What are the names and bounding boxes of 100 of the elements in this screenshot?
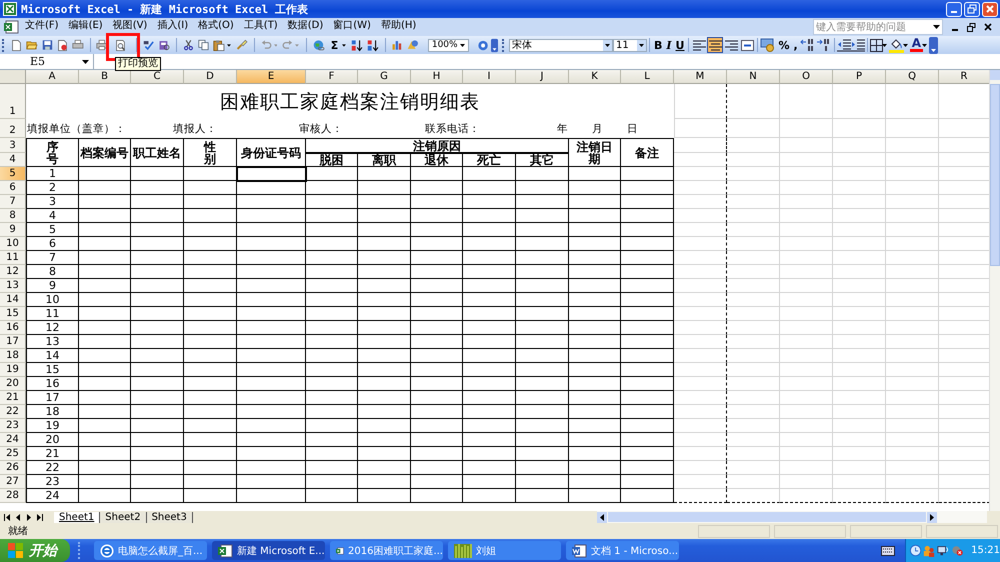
row-header[interactable]: 15 (0, 307, 26, 321)
row-header[interactable]: 7 (0, 195, 26, 209)
column-header[interactable]: J (516, 70, 569, 84)
row-header[interactable]: 16 (0, 321, 26, 335)
clock-icon[interactable] (910, 544, 922, 557)
first-sheet-icon[interactable] (4, 514, 11, 520)
menu-item[interactable]: 窗口(W) (328, 21, 376, 31)
zoom-dropdown[interactable]: 100% (428, 38, 469, 52)
sheet-tab[interactable]: Sheet2 (100, 512, 147, 522)
text-style-button[interactable]: B (652, 38, 664, 52)
row-header[interactable]: 27 (0, 475, 26, 489)
row-header[interactable]: 14 (0, 293, 26, 307)
row-header[interactable]: 21 (0, 391, 26, 405)
row-header[interactable]: 2 (0, 119, 26, 138)
document-permission-icon[interactable] (56, 38, 68, 52)
row-header[interactable]: 5 (0, 167, 26, 181)
sheet-tab[interactable]: Sheet1 (54, 512, 100, 522)
row-header[interactable]: 25 (0, 447, 26, 461)
paintbrush-icon[interactable] (236, 38, 248, 52)
row-header[interactable]: 20 (0, 377, 26, 391)
row-header[interactable]: 18 (0, 349, 26, 363)
caret-icon[interactable] (227, 44, 232, 46)
toolbar-options-icon[interactable] (490, 36, 498, 54)
name-box[interactable]: E5 (0, 54, 94, 69)
merge-center-button[interactable] (739, 37, 756, 53)
column-header[interactable]: E (237, 70, 306, 84)
menu-item[interactable]: 帮助(H) (376, 21, 422, 31)
row-header[interactable]: 23 (0, 419, 26, 433)
spelling-check-icon[interactable] (142, 38, 154, 52)
column-header[interactable]: D (184, 70, 237, 84)
row-header[interactable]: 19 (0, 363, 26, 377)
row-header[interactable]: 6 (0, 181, 26, 195)
column-header[interactable]: P (833, 70, 886, 84)
print-preview-icon[interactable] (115, 38, 127, 52)
row-header[interactable]: 3 (0, 138, 26, 153)
menu-item[interactable]: 工具(T) (238, 21, 283, 31)
sheet-tab[interactable]: Sheet3 (146, 512, 193, 522)
row-header[interactable]: 4 (0, 153, 26, 167)
comma-style-button[interactable]: , (792, 38, 800, 52)
row-header[interactable]: 9 (0, 223, 26, 237)
row-header[interactable]: 24 (0, 433, 26, 447)
selected-cell-frame[interactable] (236, 166, 307, 182)
menu-item[interactable]: 数据(D) (282, 21, 328, 31)
sort-descending-icon[interactable] (366, 38, 379, 52)
taskbar-button[interactable]: 文档 1 - Microso... (566, 541, 679, 560)
caret-icon[interactable] (882, 44, 887, 46)
bar-chart-icon[interactable] (391, 38, 404, 52)
borders-icon[interactable] (870, 38, 883, 52)
close-button[interactable] (982, 2, 998, 16)
restore-button[interactable] (964, 2, 980, 16)
help-icon[interactable] (478, 38, 488, 52)
column-header[interactable]: C (131, 70, 184, 84)
text-style-button[interactable]: U (674, 38, 686, 52)
taskbar-button[interactable]: 2016困难职工家庭... (330, 541, 443, 560)
security-alert-icon[interactable] (952, 544, 964, 557)
font-size-dropdown[interactable]: 11 (613, 38, 647, 52)
menu-item[interactable]: 插入(I) (152, 21, 194, 31)
printer-icon[interactable] (96, 38, 108, 52)
column-header[interactable]: I (463, 70, 516, 84)
row-header[interactable]: 12 (0, 265, 26, 279)
globe-link-icon[interactable] (313, 38, 325, 52)
column-header[interactable]: Q (886, 70, 939, 84)
menu-item[interactable]: 文件(F) (20, 21, 64, 31)
menu-item[interactable]: 格式(O) (193, 21, 239, 31)
column-header[interactable]: L (621, 70, 674, 84)
currency-icon[interactable] (760, 38, 776, 52)
horizontal-scrollbar[interactable] (597, 511, 987, 523)
keyboard-icon[interactable] (881, 546, 895, 556)
row-header[interactable]: 22 (0, 405, 26, 419)
column-header[interactable]: A (26, 70, 79, 84)
row-header[interactable]: 8 (0, 209, 26, 223)
close-icon[interactable] (984, 23, 992, 31)
row-header[interactable]: 11 (0, 251, 26, 265)
drawing-shapes-icon[interactable] (407, 38, 419, 52)
row-header[interactable]: 17 (0, 335, 26, 349)
taskbar-button[interactable]: 新建 Microsoft E... (212, 541, 325, 560)
menu-item[interactable]: 视图(V) (108, 21, 152, 31)
column-header[interactable]: F (306, 70, 358, 84)
column-header[interactable]: G (358, 70, 411, 84)
scissors-icon[interactable] (182, 38, 194, 52)
row-header[interactable]: 10 (0, 237, 26, 251)
vertical-scrollbar[interactable] (989, 70, 1000, 511)
clipboard-icon[interactable] (213, 38, 226, 52)
menu-item[interactable]: 编辑(E) (64, 21, 108, 31)
column-header[interactable]: R (939, 70, 990, 84)
last-sheet-icon[interactable] (36, 514, 43, 520)
fill-color-icon[interactable] (888, 38, 904, 52)
decrease-decimal-icon[interactable] (816, 38, 832, 52)
row-header[interactable]: 28 (0, 489, 26, 503)
toolbar-options-icon[interactable] (929, 36, 938, 54)
next-sheet-icon[interactable] (26, 514, 31, 520)
column-header[interactable]: N (727, 70, 780, 84)
autosum-button[interactable]: Σ (328, 38, 342, 52)
row-header[interactable]: 13 (0, 279, 26, 293)
help-search-field[interactable]: 键入需要帮助的问题 (813, 19, 943, 35)
column-header[interactable]: B (79, 70, 131, 84)
taskbar-button[interactable]: 刘姐 (448, 541, 561, 560)
minimize-button[interactable] (946, 2, 962, 16)
column-header[interactable]: H (411, 70, 463, 84)
sort-ascending-icon[interactable] (351, 38, 363, 52)
